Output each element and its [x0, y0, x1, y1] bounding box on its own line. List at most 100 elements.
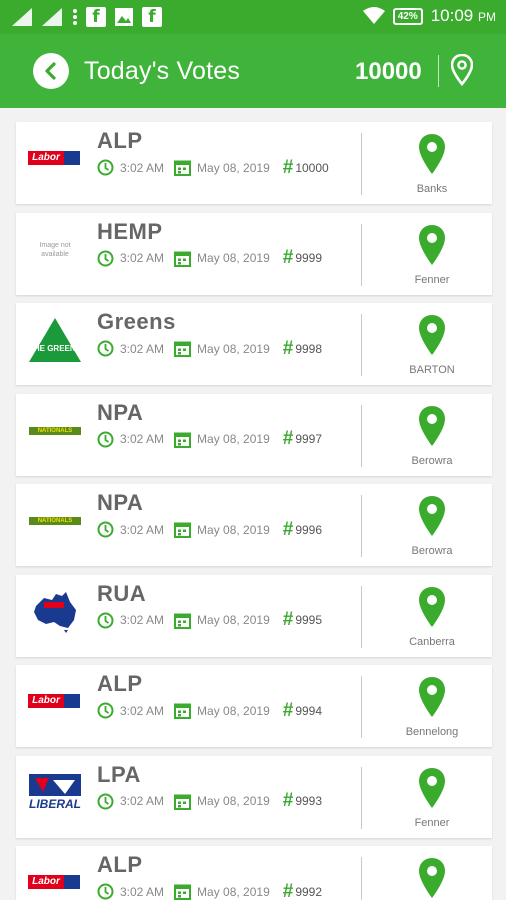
vote-date: May 08, 2019 — [197, 613, 270, 627]
vote-card[interactable]: RUA 3:02 AM May 08, 2019 #9995 Canberra — [16, 574, 493, 657]
party-name: Greens — [97, 309, 176, 334]
hash-icon: # — [282, 156, 294, 178]
labor-logo-text: Labor — [28, 151, 64, 165]
calendar-icon — [174, 341, 192, 357]
party-name: NPA — [97, 490, 144, 515]
party-name: NPA — [97, 399, 144, 425]
calendar-icon — [174, 703, 192, 719]
vote-date: May 08, 2019 — [197, 884, 270, 899]
vote-meta: 3:02 AM May 08, 2019 #9993 — [97, 791, 323, 810]
card-divider — [361, 133, 362, 195]
location-label: Canberra — [409, 635, 455, 648]
facebook-icon: f — [142, 7, 162, 27]
greens-logo-text: THE GREENS — [29, 344, 82, 353]
party-logo: NATIONALS — [27, 496, 83, 546]
party-logo — [27, 587, 83, 637]
card-divider — [361, 495, 362, 557]
party-name: RUA — [97, 580, 147, 606]
vote-number: 9994 — [295, 703, 323, 718]
signal-icon — [12, 8, 32, 26]
location-pin-icon — [419, 677, 445, 717]
status-bar: f f 42% 10:09 PM — [0, 0, 506, 34]
location-button[interactable]: Canberra — [371, 585, 493, 651]
votes-list[interactable]: Labor ALP 3:02 AM May 08, 2019 #10000 Banks Im… — [0, 108, 506, 900]
vote-card[interactable]: NATIONALS NPA 3:02 AM May 08, 2019 #9997 Bero… — [16, 393, 493, 476]
location-button[interactable]: Fenner — [371, 223, 493, 289]
hash-icon: # — [282, 337, 294, 359]
header-divider — [438, 55, 439, 87]
labor-logo: Labor — [28, 149, 82, 169]
party-logo: Image not available — [27, 225, 83, 275]
card-divider — [361, 404, 362, 467]
vote-number: 9999 — [295, 251, 323, 265]
vote-meta: 3:02 AM May 08, 2019 #9998 — [97, 337, 322, 359]
location-label: BARTON — [409, 364, 455, 376]
location-button[interactable]: Bennelong — [371, 675, 493, 741]
party-logo: Labor — [27, 858, 83, 900]
vote-time: 3:02 AM — [120, 703, 165, 718]
calendar-icon — [174, 432, 192, 448]
vote-number: 9993 — [295, 794, 323, 808]
labor-logo-text: Labor — [28, 875, 64, 889]
location-label: Banks — [416, 183, 448, 195]
calendar-icon — [174, 884, 192, 900]
location-pin-icon — [419, 767, 445, 808]
vote-card[interactable]: Labor ALP 3:02 AM May 08, 2019 #9994 Bennelon… — [16, 665, 492, 747]
chevron-left-icon — [45, 62, 56, 80]
flag-icon — [64, 875, 80, 889]
location-button[interactable] — [450, 53, 474, 91]
status-time: 10:09 PM — [431, 6, 496, 26]
card-divider — [361, 585, 362, 648]
back-button[interactable] — [33, 53, 69, 89]
calendar-icon — [174, 613, 192, 629]
clock-icon — [97, 702, 114, 719]
clock-icon — [97, 250, 114, 266]
vote-count: 10000 — [355, 58, 422, 85]
vote-card[interactable]: NATIONALS NPA 3:02 AM May 08, 2019 #9996 Bero… — [16, 484, 492, 566]
card-divider — [361, 857, 362, 900]
nationals-logo: NATIONALS — [29, 517, 81, 525]
hash-icon: # — [282, 880, 294, 900]
vote-time: 3:02 AM — [120, 341, 165, 356]
vote-meta: 3:02 AM May 08, 2019 #9999 — [97, 248, 323, 267]
clock-icon — [97, 159, 114, 176]
clock-icon — [97, 883, 114, 900]
page-title: Today's Votes — [84, 57, 241, 85]
location-pin-icon — [419, 134, 445, 174]
wifi-icon — [362, 7, 385, 24]
location-label: Fenner — [414, 273, 450, 286]
vote-card[interactable]: THE GREENS Greens 3:02 AM May 08, 2019 #9998… — [16, 303, 492, 385]
battery-icon: 42% — [392, 7, 423, 25]
location-button[interactable]: Banks — [371, 132, 493, 198]
vote-meta: 3:02 AM May 08, 2019 #9997 — [97, 428, 323, 449]
clock-icon — [97, 612, 114, 628]
location-button[interactable]: Berowra — [371, 404, 493, 470]
vote-time: 3:02 AM — [120, 160, 165, 175]
vote-time: 3:02 AM — [120, 794, 165, 808]
location-pin-icon — [419, 586, 445, 627]
location-button[interactable]: BARTON — [371, 313, 493, 379]
location-button[interactable]: Fenner — [371, 766, 493, 832]
vote-card[interactable]: LIBERAL LPA 3:02 AM May 08, 2019 #9993 Fenner — [16, 755, 493, 838]
app-bar: Today's Votes 10000 — [0, 34, 506, 108]
vote-card[interactable]: Image not available HEMP 3:02 AM May 08, 20… — [16, 212, 493, 295]
image-icon — [115, 8, 133, 26]
hash-icon: # — [282, 609, 294, 630]
hash-icon: # — [282, 428, 294, 449]
calendar-icon — [174, 251, 192, 267]
signal-icon — [42, 8, 62, 26]
labor-logo: Labor — [28, 873, 82, 893]
vote-meta: 3:02 AM May 08, 2019 #10000 — [97, 156, 329, 178]
vote-date: May 08, 2019 — [197, 794, 270, 808]
clock-icon — [97, 340, 114, 357]
vote-number: 10000 — [295, 160, 329, 175]
nationals-logo: NATIONALS — [29, 426, 81, 435]
vote-card[interactable]: Labor ALP 3:02 AM May 08, 2019 #10000 Banks — [16, 122, 492, 204]
more-vert-icon — [73, 9, 77, 25]
vote-number: 9997 — [295, 432, 323, 446]
flag-icon — [64, 694, 80, 708]
vote-card[interactable]: Labor ALP 3:02 AM May 08, 2019 #9992 — [16, 846, 492, 900]
location-button[interactable] — [371, 856, 493, 900]
labor-logo-text: Labor — [28, 694, 64, 708]
location-button[interactable]: Berowra — [371, 494, 493, 560]
